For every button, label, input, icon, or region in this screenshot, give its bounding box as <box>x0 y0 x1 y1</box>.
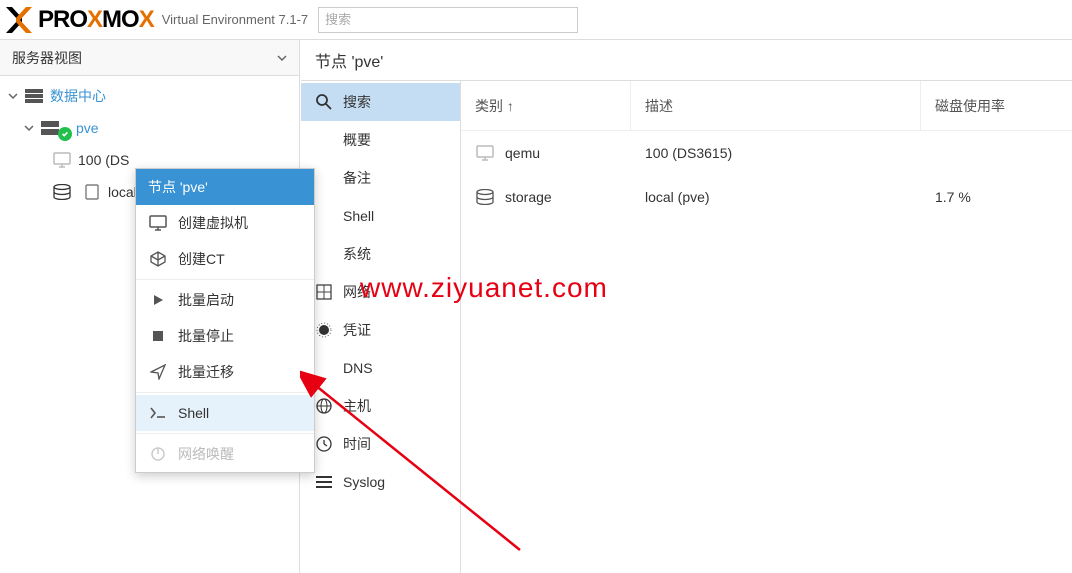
cm-label: 创建CT <box>178 249 225 269</box>
cm-bulk-migrate[interactable]: 批量迁移 <box>136 354 314 390</box>
content-title: 节点 'pve' <box>301 40 1072 80</box>
terminal-icon <box>148 407 168 419</box>
version-label: Virtual Environment 7.1-7 <box>162 12 308 27</box>
logo: PROXMOX <box>4 5 154 35</box>
server-view-selector[interactable]: 服务器视图 <box>0 40 299 76</box>
cm-create-vm[interactable]: 创建虚拟机 <box>136 205 314 241</box>
resource-table: 类别 ↑ 描述 磁盘使用率 qemu 100 (DS3615) storage <box>461 81 1072 573</box>
menu-network[interactable]: 网络 <box>301 273 460 311</box>
menu-search[interactable]: 搜索 <box>301 83 460 121</box>
clock-icon <box>315 436 333 452</box>
chevron-down-icon <box>24 120 38 136</box>
server-view-label: 服务器视图 <box>12 48 82 68</box>
menu-syslog[interactable]: Syslog <box>301 463 460 501</box>
stop-icon <box>148 329 168 343</box>
brand-text: PROXMOX <box>38 6 154 34</box>
tree-label: 数据中心 <box>50 86 106 106</box>
tree-label: 100 (DS <box>78 152 129 168</box>
chevron-down-icon <box>277 53 287 63</box>
cm-wake-on-lan: 网络唤醒 <box>136 436 314 472</box>
storage-icon <box>52 184 72 200</box>
network-icon <box>315 284 333 300</box>
menu-label: 概要 <box>343 130 371 150</box>
chevron-down-icon <box>8 88 22 104</box>
menu-label: 系统 <box>343 244 371 264</box>
cell-type: qemu <box>505 145 540 161</box>
menu-system[interactable]: 系统 <box>301 235 460 273</box>
separator <box>136 279 314 280</box>
list-icon <box>315 475 333 489</box>
cm-label: 批量迁移 <box>178 362 234 382</box>
cm-label: 创建虚拟机 <box>178 213 248 233</box>
search-input[interactable] <box>318 7 578 33</box>
menu-label: 凭证 <box>343 320 371 340</box>
menu-cert[interactable]: 凭证 <box>301 311 460 349</box>
cm-label: 网络唤醒 <box>178 444 234 464</box>
power-icon <box>148 446 168 462</box>
cell-desc: 100 (DS3615) <box>645 145 732 161</box>
context-menu: 节点 'pve' 创建虚拟机 创建CT 批量启动 批量停止 批量迁移 <box>135 168 315 473</box>
status-online-icon <box>58 127 72 141</box>
separator <box>136 392 314 393</box>
cm-label: 批量启动 <box>178 290 234 310</box>
sidebar: 服务器视图 数据中心 pve 100 (DS <box>0 40 300 573</box>
tree-label: pve <box>76 120 99 136</box>
cell-type: storage <box>505 189 552 205</box>
cm-bulk-start[interactable]: 批量启动 <box>136 282 314 318</box>
menu-label: 备注 <box>343 168 371 188</box>
cm-shell[interactable]: Shell <box>136 395 314 431</box>
context-menu-title: 节点 'pve' <box>136 169 314 205</box>
storage-icon <box>475 189 495 205</box>
menu-time[interactable]: 时间 <box>301 425 460 463</box>
menu-label: 网络 <box>343 282 371 302</box>
cm-bulk-stop[interactable]: 批量停止 <box>136 318 314 354</box>
cm-create-ct[interactable]: 创建CT <box>136 241 314 277</box>
table-row[interactable]: storage local (pve) 1.7 % <box>461 175 1072 219</box>
content-panel: 节点 'pve' 搜索 概要 备注 Shell <box>300 40 1072 573</box>
table-header: 类别 ↑ 描述 磁盘使用率 <box>461 81 1072 131</box>
tree-datacenter[interactable]: 数据中心 <box>0 80 299 112</box>
menu-notes[interactable]: 备注 <box>301 159 460 197</box>
menu-dns[interactable]: DNS <box>301 349 460 387</box>
cert-icon <box>315 322 333 338</box>
monitor-icon <box>148 215 168 231</box>
tree-node-pve[interactable]: pve <box>0 112 299 144</box>
logo-x-icon <box>4 5 34 35</box>
th-type[interactable]: 类别 ↑ <box>461 81 631 130</box>
th-desc[interactable]: 描述 <box>631 81 921 130</box>
monitor-icon <box>475 145 495 161</box>
cell-desc: local (pve) <box>645 189 710 205</box>
menu-shell[interactable]: Shell <box>301 197 460 235</box>
header: PROXMOX Virtual Environment 7.1-7 <box>0 0 1072 40</box>
monitor-icon <box>52 152 72 168</box>
menu-hosts[interactable]: 主机 <box>301 387 460 425</box>
menu-label: DNS <box>343 360 373 376</box>
th-disk[interactable]: 磁盘使用率 <box>921 81 1072 130</box>
menu-summary[interactable]: 概要 <box>301 121 460 159</box>
send-icon <box>148 364 168 380</box>
play-icon <box>148 293 168 307</box>
cm-label: Shell <box>178 405 209 421</box>
cm-label: 批量停止 <box>178 326 234 346</box>
table-row[interactable]: qemu 100 (DS3615) <box>461 131 1072 175</box>
menu-label: 主机 <box>343 396 371 416</box>
server-icon <box>40 121 60 135</box>
server-icon <box>24 89 44 103</box>
globe-icon <box>315 398 333 414</box>
disk-icon <box>82 184 102 200</box>
menu-label: 时间 <box>343 434 371 454</box>
menu-label: Shell <box>343 208 374 224</box>
separator <box>136 433 314 434</box>
cube-icon <box>148 251 168 267</box>
menu-label: Syslog <box>343 474 385 490</box>
cell-disk: 1.7 % <box>935 189 971 205</box>
search-icon <box>315 94 333 110</box>
menu-label: 搜索 <box>343 92 371 112</box>
node-menu: 搜索 概要 备注 Shell 系统 <box>301 81 461 573</box>
